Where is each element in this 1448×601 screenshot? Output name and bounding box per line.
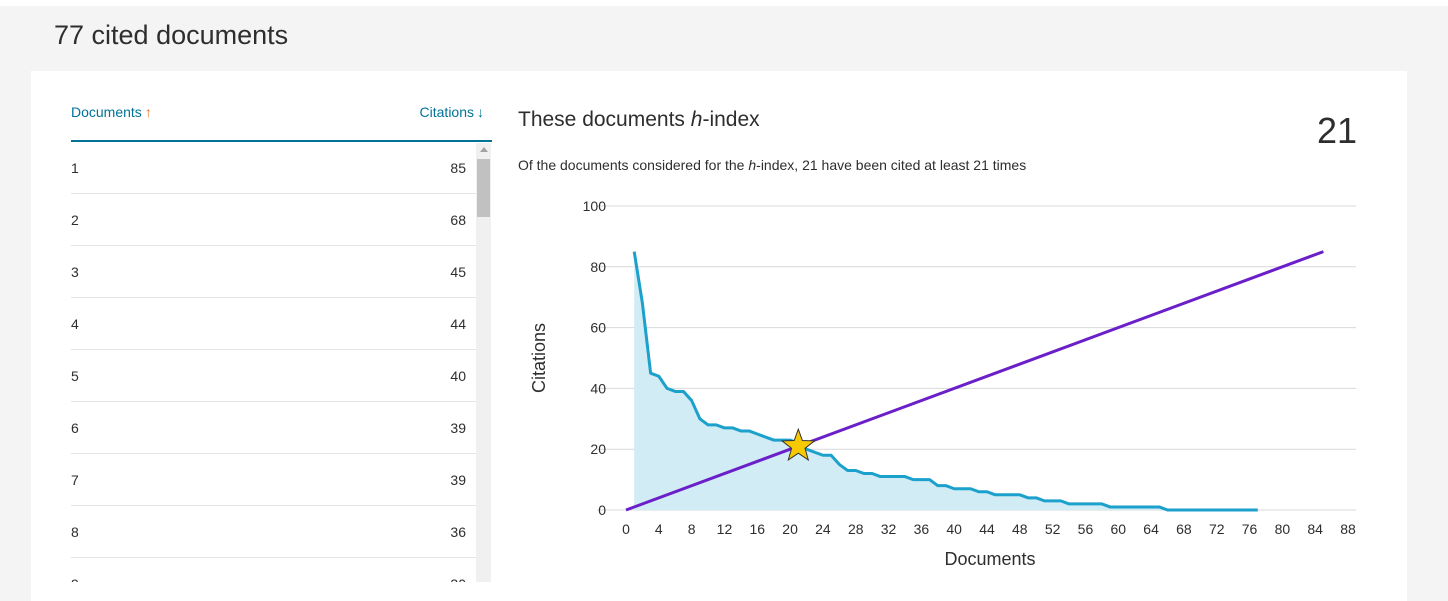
x-tick-label: 32 [881,521,897,537]
y-tick-label: 20 [590,441,606,457]
x-tick-label: 60 [1110,521,1126,537]
x-tick-label: 56 [1078,521,1094,537]
x-axis-label: Documents [944,549,1035,569]
x-tick-label: 48 [1012,521,1028,537]
x-tick-label: 40 [946,521,962,537]
y-tick-label: 40 [590,380,606,396]
x-tick-label: 0 [622,521,630,537]
x-tick-label: 20 [782,521,798,537]
x-tick-label: 64 [1143,521,1159,537]
y-axis-label: Citations [529,323,549,393]
x-tick-label: 28 [848,521,864,537]
x-tick-label: 16 [749,521,765,537]
x-tick-label: 36 [914,521,930,537]
x-tick-label: 76 [1242,521,1258,537]
y-tick-label: 100 [583,198,607,214]
y-tick-label: 60 [590,320,606,336]
x-tick-label: 8 [688,521,696,537]
h-index-line [625,250,1324,512]
x-tick-label: 72 [1209,521,1225,537]
x-tick-label: 12 [717,521,733,537]
x-tick-label: 52 [1045,521,1061,537]
x-tick-label: 80 [1275,521,1291,537]
y-tick-label: 80 [590,259,606,275]
x-tick-label: 44 [979,521,995,537]
y-tick-label: 0 [598,502,606,518]
x-tick-label: 4 [655,521,663,537]
x-tick-label: 88 [1340,521,1356,537]
x-tick-label: 68 [1176,521,1192,537]
x-tick-label: 84 [1307,521,1323,537]
hindex-chart: 0204060801000 4 8 12 16 20 24 28 32 36 40 44 48 52 56 6… [529,198,1356,569]
x-tick-label: 24 [815,521,831,537]
